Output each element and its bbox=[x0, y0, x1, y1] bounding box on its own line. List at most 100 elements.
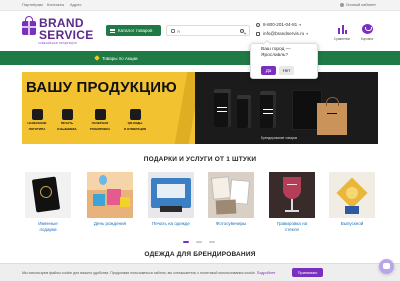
banner-feature-print: ПЕЧАТЬ И ВЫШИВКА bbox=[55, 109, 79, 131]
gift-card-glass-engraving[interactable]: Гравировка на стекле bbox=[269, 172, 315, 236]
phone-number: 8-800-201-04-81 bbox=[263, 22, 298, 27]
login-label: Личный кабинет bbox=[345, 2, 376, 7]
city-question-line1: Ваш город — bbox=[261, 47, 291, 52]
gift-card-label-line1: Именные bbox=[38, 221, 58, 226]
banner-feature-line1: QR-КОДЫ bbox=[127, 121, 143, 125]
city-question: Ваш город — Ярославль? bbox=[261, 47, 291, 59]
kraft-bag-image bbox=[317, 97, 347, 135]
mail-icon bbox=[256, 31, 260, 36]
menu-icon bbox=[110, 28, 115, 33]
chevron-down-icon: ▾ bbox=[299, 23, 301, 27]
banner-caption: Брендирование товаров bbox=[261, 136, 298, 140]
login-link[interactable]: Личный кабинет bbox=[339, 2, 376, 7]
gift-card-label: Печать на одежде bbox=[144, 221, 198, 227]
banner-feature-engraving: ЛАЗЕРНАЯ ГРАВИРОВКА bbox=[88, 109, 112, 131]
banner-feature-line1: ЛАЗЕРНАЯ bbox=[91, 121, 109, 125]
banner-feature-line1: ПЕЧАТЬ bbox=[60, 121, 74, 125]
city-confirm-popup: Ваш город — Ярославль? Да Нет bbox=[250, 43, 318, 79]
search-box bbox=[166, 25, 250, 36]
logo[interactable]: BRAND SERVICE СУВЕНИРНАЯ ПРОДУКЦИЯ bbox=[22, 16, 98, 48]
cookie-accept-button[interactable]: Принимаю bbox=[292, 268, 323, 277]
gift-box-icon bbox=[22, 21, 36, 35]
cookie-message: Мы используем файлы cookie для вашего уд… bbox=[22, 271, 256, 275]
gift-card-label: Фотосувениры bbox=[204, 221, 258, 227]
cookie-banner: Мы используем файлы cookie для вашего уд… bbox=[0, 263, 400, 281]
cookie-text: Мы используем файлы cookie для вашего уд… bbox=[22, 271, 275, 275]
gift-card-label: День рождения bbox=[83, 221, 137, 227]
carousel-dot[interactable] bbox=[196, 241, 202, 243]
promo-label: Товары по Акции bbox=[102, 55, 138, 61]
phone-icon bbox=[256, 22, 260, 27]
compare-button[interactable]: Сравнение bbox=[331, 21, 353, 43]
qr-code-icon bbox=[129, 109, 141, 120]
gift-card-graduation[interactable]: Выпускной bbox=[329, 172, 375, 236]
topbar-link-partners[interactable]: Партнёрам bbox=[22, 2, 43, 7]
catalog-button[interactable]: Каталог товаров bbox=[106, 25, 161, 36]
named-gifts-image bbox=[25, 172, 71, 218]
chevron-down-icon: ▾ bbox=[306, 32, 308, 36]
gift-card-photo-souvenirs[interactable]: Фотосувениры bbox=[208, 172, 254, 236]
banner-feature-line2: И НУМЕРАЦИЯ bbox=[124, 126, 146, 131]
tag-icon bbox=[94, 55, 100, 61]
phone-link[interactable]: 8-800-201-04-81 ▾ bbox=[256, 22, 301, 27]
search-input[interactable] bbox=[177, 27, 232, 35]
top-bar: Партнёрам Контакты Адрес Личный кабинет bbox=[0, 0, 400, 11]
banner-feature-line2: ЛОГОТИПА bbox=[28, 126, 46, 131]
tshirt-icon bbox=[61, 109, 73, 120]
filter-icon[interactable] bbox=[171, 29, 175, 33]
gift-card-named[interactable]: Именные подарки bbox=[25, 172, 71, 236]
thermo-mug-image bbox=[260, 91, 276, 128]
user-icon bbox=[339, 2, 344, 7]
hero-banner[interactable]: ВАШУ ПРОДУКЦИЮ НАНЕСЕНИЕ ЛОГОТИПА ПЕЧАТЬ… bbox=[22, 72, 378, 144]
catalog-button-label: Каталог товаров bbox=[118, 28, 153, 33]
chat-button[interactable] bbox=[379, 259, 394, 274]
cart-button[interactable]: Корзина bbox=[356, 21, 378, 43]
gift-card-label-line1: Фотосувениры bbox=[215, 221, 247, 226]
banner-feature-qr: QR-КОДЫ И НУМЕРАЦИЯ bbox=[123, 109, 147, 131]
topbar-link-contacts[interactable]: Контакты bbox=[47, 2, 64, 7]
thermo-mug-image bbox=[214, 89, 231, 127]
search-icon[interactable] bbox=[240, 28, 244, 33]
shopping-bag-icon bbox=[362, 24, 373, 34]
banner-feature-logo: НАНЕСЕНИЕ ЛОГОТИПА bbox=[25, 109, 49, 131]
gift-card-label: Именные подарки bbox=[21, 221, 75, 232]
city-question-line2: Ярославль? bbox=[261, 53, 289, 58]
carousel-dot-active[interactable] bbox=[183, 241, 189, 243]
promo-link[interactable]: Товары по Акции bbox=[94, 55, 138, 61]
gifts-section-title: ПОДАРКИ И УСЛУГИ ОТ 1 ШТУКИ bbox=[143, 156, 257, 163]
photo-souvenirs-image bbox=[208, 172, 254, 218]
email-link[interactable]: info@brandservis.ru ▾ bbox=[256, 31, 308, 36]
gift-card-label: Выпускной bbox=[325, 221, 379, 227]
site-header: BRAND SERVICE СУВЕНИРНАЯ ПРОДУКЦИЯ Катал… bbox=[0, 11, 400, 51]
email-address: info@brandservis.ru bbox=[263, 31, 305, 36]
clothing-section-title: ОДЕЖДА ДЛЯ БРЕНДИРОВАНИЯ bbox=[144, 251, 256, 258]
graduation-image bbox=[329, 172, 375, 218]
cookie-more-link[interactable]: Подробнее bbox=[257, 271, 276, 275]
gift-card-label-line1: Выпускной bbox=[340, 221, 364, 226]
gift-card-label-line2: подарки bbox=[39, 226, 57, 232]
clothing-print-image bbox=[148, 172, 194, 218]
main-nav: Товары по Акции bbox=[0, 51, 400, 65]
laser-icon bbox=[94, 109, 106, 120]
logo-text-service: SERVICE bbox=[39, 28, 94, 42]
logo-tagline: СУВЕНИРНАЯ ПРОДУКЦИЯ bbox=[38, 42, 77, 45]
glass-engraving-image bbox=[269, 172, 315, 218]
topbar-link-address[interactable]: Адрес bbox=[70, 2, 81, 7]
city-yes-button[interactable]: Да bbox=[261, 66, 276, 75]
cart-label: Корзина bbox=[360, 37, 374, 41]
banner-feature-line2: ГРАВИРОВКА bbox=[89, 126, 111, 131]
gift-card-label-line1: День рождения bbox=[93, 221, 127, 226]
carousel-dot[interactable] bbox=[209, 241, 215, 243]
compare-label: Сравнение bbox=[333, 37, 351, 41]
birthday-image bbox=[87, 172, 133, 218]
gift-card-label-line1: Печать на одежде bbox=[152, 221, 190, 226]
banner-headline: ВАШУ ПРОДУКЦИЮ bbox=[26, 79, 177, 96]
gift-card-label: Гравировка на стекле bbox=[265, 221, 319, 232]
compare-icon bbox=[338, 25, 347, 34]
gift-card-clothing-print[interactable]: Печать на одежде bbox=[148, 172, 194, 236]
gift-card-birthday[interactable]: День рождения bbox=[87, 172, 133, 236]
thermo-mug-image bbox=[237, 95, 251, 128]
banner-feature-line1: НАНЕСЕНИЕ bbox=[27, 121, 47, 125]
city-no-button[interactable]: Нет bbox=[279, 66, 294, 75]
gift-card-label-line2: стекле bbox=[285, 226, 299, 232]
